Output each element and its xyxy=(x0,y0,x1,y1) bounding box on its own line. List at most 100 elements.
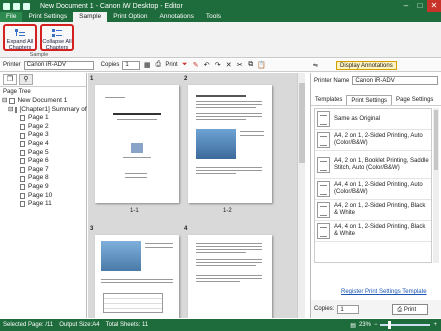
text-line xyxy=(196,246,262,247)
copy-icon[interactable]: ⧉ xyxy=(247,61,255,69)
selected-page-status: Selected Page: /11 xyxy=(3,322,54,328)
copies-label: Copies: xyxy=(314,306,335,312)
tree-page[interactable]: Page 4 xyxy=(0,140,86,149)
undo-icon[interactable] xyxy=(23,2,30,10)
tree-page[interactable]: Page 5 xyxy=(0,149,86,158)
tab-sample[interactable]: Sample xyxy=(73,12,108,22)
tab-tools[interactable]: Tools xyxy=(200,12,227,22)
delete-icon[interactable]: ✕ xyxy=(225,61,233,69)
template-icon xyxy=(317,181,330,197)
tree-label: Page 2 xyxy=(28,122,49,130)
maximize-button[interactable]: □ xyxy=(413,0,427,12)
collapse-all-chapters-button[interactable]: Collapse All Chapters xyxy=(40,24,74,51)
page-thumbnail[interactable] xyxy=(188,85,272,203)
print-button[interactable]: ⎙ Print xyxy=(392,303,429,315)
text-line xyxy=(240,131,264,132)
tab-print-settings-panel[interactable]: Print Settings xyxy=(346,95,393,105)
paste-icon[interactable]: 📋 xyxy=(257,61,266,69)
page-thumbnail-area: 1 1-1 2 1-2 3 4 xyxy=(88,73,305,318)
template-item[interactable]: A4, 2 on 1, 2-Sided Printing, Auto (Colo… xyxy=(315,130,431,151)
tree-label: Page 11 xyxy=(28,200,52,208)
tree-page[interactable]: Page 6 xyxy=(0,157,86,166)
scroll-thumb[interactable] xyxy=(434,110,438,170)
tree-page[interactable]: Page 7 xyxy=(0,166,86,175)
template-list: Same as Original A4, 2 on 1, 2-Sided Pri… xyxy=(314,108,432,263)
left-panel-tabs: ❐ ⚲ xyxy=(0,73,86,87)
layout-icon[interactable]: ▦ xyxy=(143,61,151,69)
printer-icon[interactable]: ⎙ xyxy=(154,61,162,69)
printer-name-select[interactable]: Canon iR-ADV xyxy=(352,76,438,85)
tab-print-option[interactable]: Print Option xyxy=(107,12,153,22)
tree-label: [Chapter1] Summary of R xyxy=(19,105,94,113)
tab-print-settings[interactable]: Print Settings xyxy=(22,12,73,22)
redo-icon[interactable]: ↷ xyxy=(214,61,222,69)
logo-image xyxy=(131,143,143,153)
stamp-icon[interactable]: ✎ xyxy=(192,61,200,69)
template-item[interactable]: A4, 4 on 1, 2-Sided Printing, Auto (Colo… xyxy=(315,179,431,200)
save-icon[interactable] xyxy=(13,2,20,10)
tree-page[interactable]: Page 1 xyxy=(0,114,86,123)
text-line xyxy=(125,173,147,174)
tree-page[interactable]: Page 2 xyxy=(0,123,86,132)
copies-stepper[interactable]: 1 xyxy=(122,60,141,70)
close-button[interactable]: ✕ xyxy=(427,0,441,12)
cut-icon[interactable]: ✂ xyxy=(236,61,244,69)
template-item[interactable]: A4, 4 on 1, 2-Sided Printing, Black & Wh… xyxy=(315,221,431,242)
tab-templates[interactable]: Templates xyxy=(311,95,346,105)
page-tree-tab-icon[interactable]: ❐ xyxy=(3,74,17,85)
display-annotations-button[interactable]: Display Annotations xyxy=(336,60,397,70)
attachment-tab-icon[interactable]: ⚲ xyxy=(19,74,33,85)
tab-page-settings[interactable]: Page Settings xyxy=(392,95,437,105)
document-icon xyxy=(9,98,16,105)
zoom-slider[interactable] xyxy=(380,321,431,329)
collapse-toggle-icon[interactable]: ⊟ xyxy=(2,97,7,106)
expand-all-chapters-button[interactable]: Expand All Chapters xyxy=(3,24,37,51)
text-line xyxy=(196,275,262,276)
tab-annotations[interactable]: Annotations xyxy=(154,12,200,22)
template-scrollbar[interactable] xyxy=(433,108,439,263)
template-item[interactable]: Same as Original xyxy=(315,109,431,130)
minimize-button[interactable]: – xyxy=(399,0,413,12)
tab-file[interactable]: File xyxy=(0,12,23,22)
text-line xyxy=(101,279,173,280)
text-line xyxy=(101,282,173,283)
page-thumbnail[interactable] xyxy=(188,235,272,318)
ribbon: Expand All Chapters Collapse All Chapter… xyxy=(0,22,441,58)
template-item[interactable]: A4, 2 on 1, 2-Sided Printing, Black & Wh… xyxy=(315,200,431,221)
text-line xyxy=(196,252,246,253)
tree-page[interactable]: Page 8 xyxy=(0,174,86,183)
page-tree: ⊟ New Document 1 ⊟ [Chapter1] Summary of R… xyxy=(0,97,93,209)
tree-root[interactable]: ⊟ New Document 1 xyxy=(0,97,86,106)
flip-icon[interactable]: ⇋ xyxy=(313,62,318,69)
page-thumbnail[interactable] xyxy=(95,235,179,318)
view-mode-icon[interactable]: ▤ xyxy=(350,322,356,329)
tree-chapter[interactable]: ⊟ [Chapter1] Summary of R xyxy=(0,106,93,115)
total-sheets-status: Total Sheets: 11 xyxy=(105,322,149,328)
page-icon xyxy=(20,132,25,139)
template-item[interactable]: A4, 2 on 1, Booklet Printing, Saddle Sti… xyxy=(315,151,431,179)
print-menu-button[interactable]: Print xyxy=(165,62,177,68)
vertical-scrollbar[interactable] xyxy=(297,73,305,318)
printer-label: Printer xyxy=(3,62,21,68)
text-line xyxy=(145,247,173,248)
zoom-out-icon[interactable]: − xyxy=(374,322,378,328)
template-label: A4, 4 on 1, 2-Sided Printing, Auto (Colo… xyxy=(334,182,423,195)
tree-page[interactable]: Page 11 xyxy=(0,200,86,209)
filter-icon[interactable]: ⏷ xyxy=(181,61,189,69)
page-caption: 1-2 xyxy=(223,208,232,214)
collapse-toggle-icon[interactable]: ⊟ xyxy=(8,106,13,115)
tree-page[interactable]: Page 9 xyxy=(0,183,86,192)
copies-stepper[interactable]: 1 xyxy=(337,304,360,314)
scroll-thumb[interactable] xyxy=(299,83,305,163)
output-size-status: Output Size:A4 xyxy=(59,322,100,328)
zoom-in-icon[interactable]: + xyxy=(433,322,437,328)
tree-page[interactable]: Page 10 xyxy=(0,192,86,201)
printer-select[interactable]: Canon iR-ADV xyxy=(23,60,94,70)
page-tree-title: Page Tree xyxy=(3,89,31,95)
register-template-link[interactable]: Register Print Settings Template xyxy=(341,289,427,295)
page-thumbnail[interactable] xyxy=(95,85,179,203)
tree-page[interactable]: Page 3 xyxy=(0,131,86,140)
undo-icon[interactable]: ↶ xyxy=(203,61,211,69)
zoom-knob[interactable] xyxy=(388,321,392,329)
template-label: A4, 2 on 1, 2-Sided Printing, Auto (Colo… xyxy=(334,133,423,146)
